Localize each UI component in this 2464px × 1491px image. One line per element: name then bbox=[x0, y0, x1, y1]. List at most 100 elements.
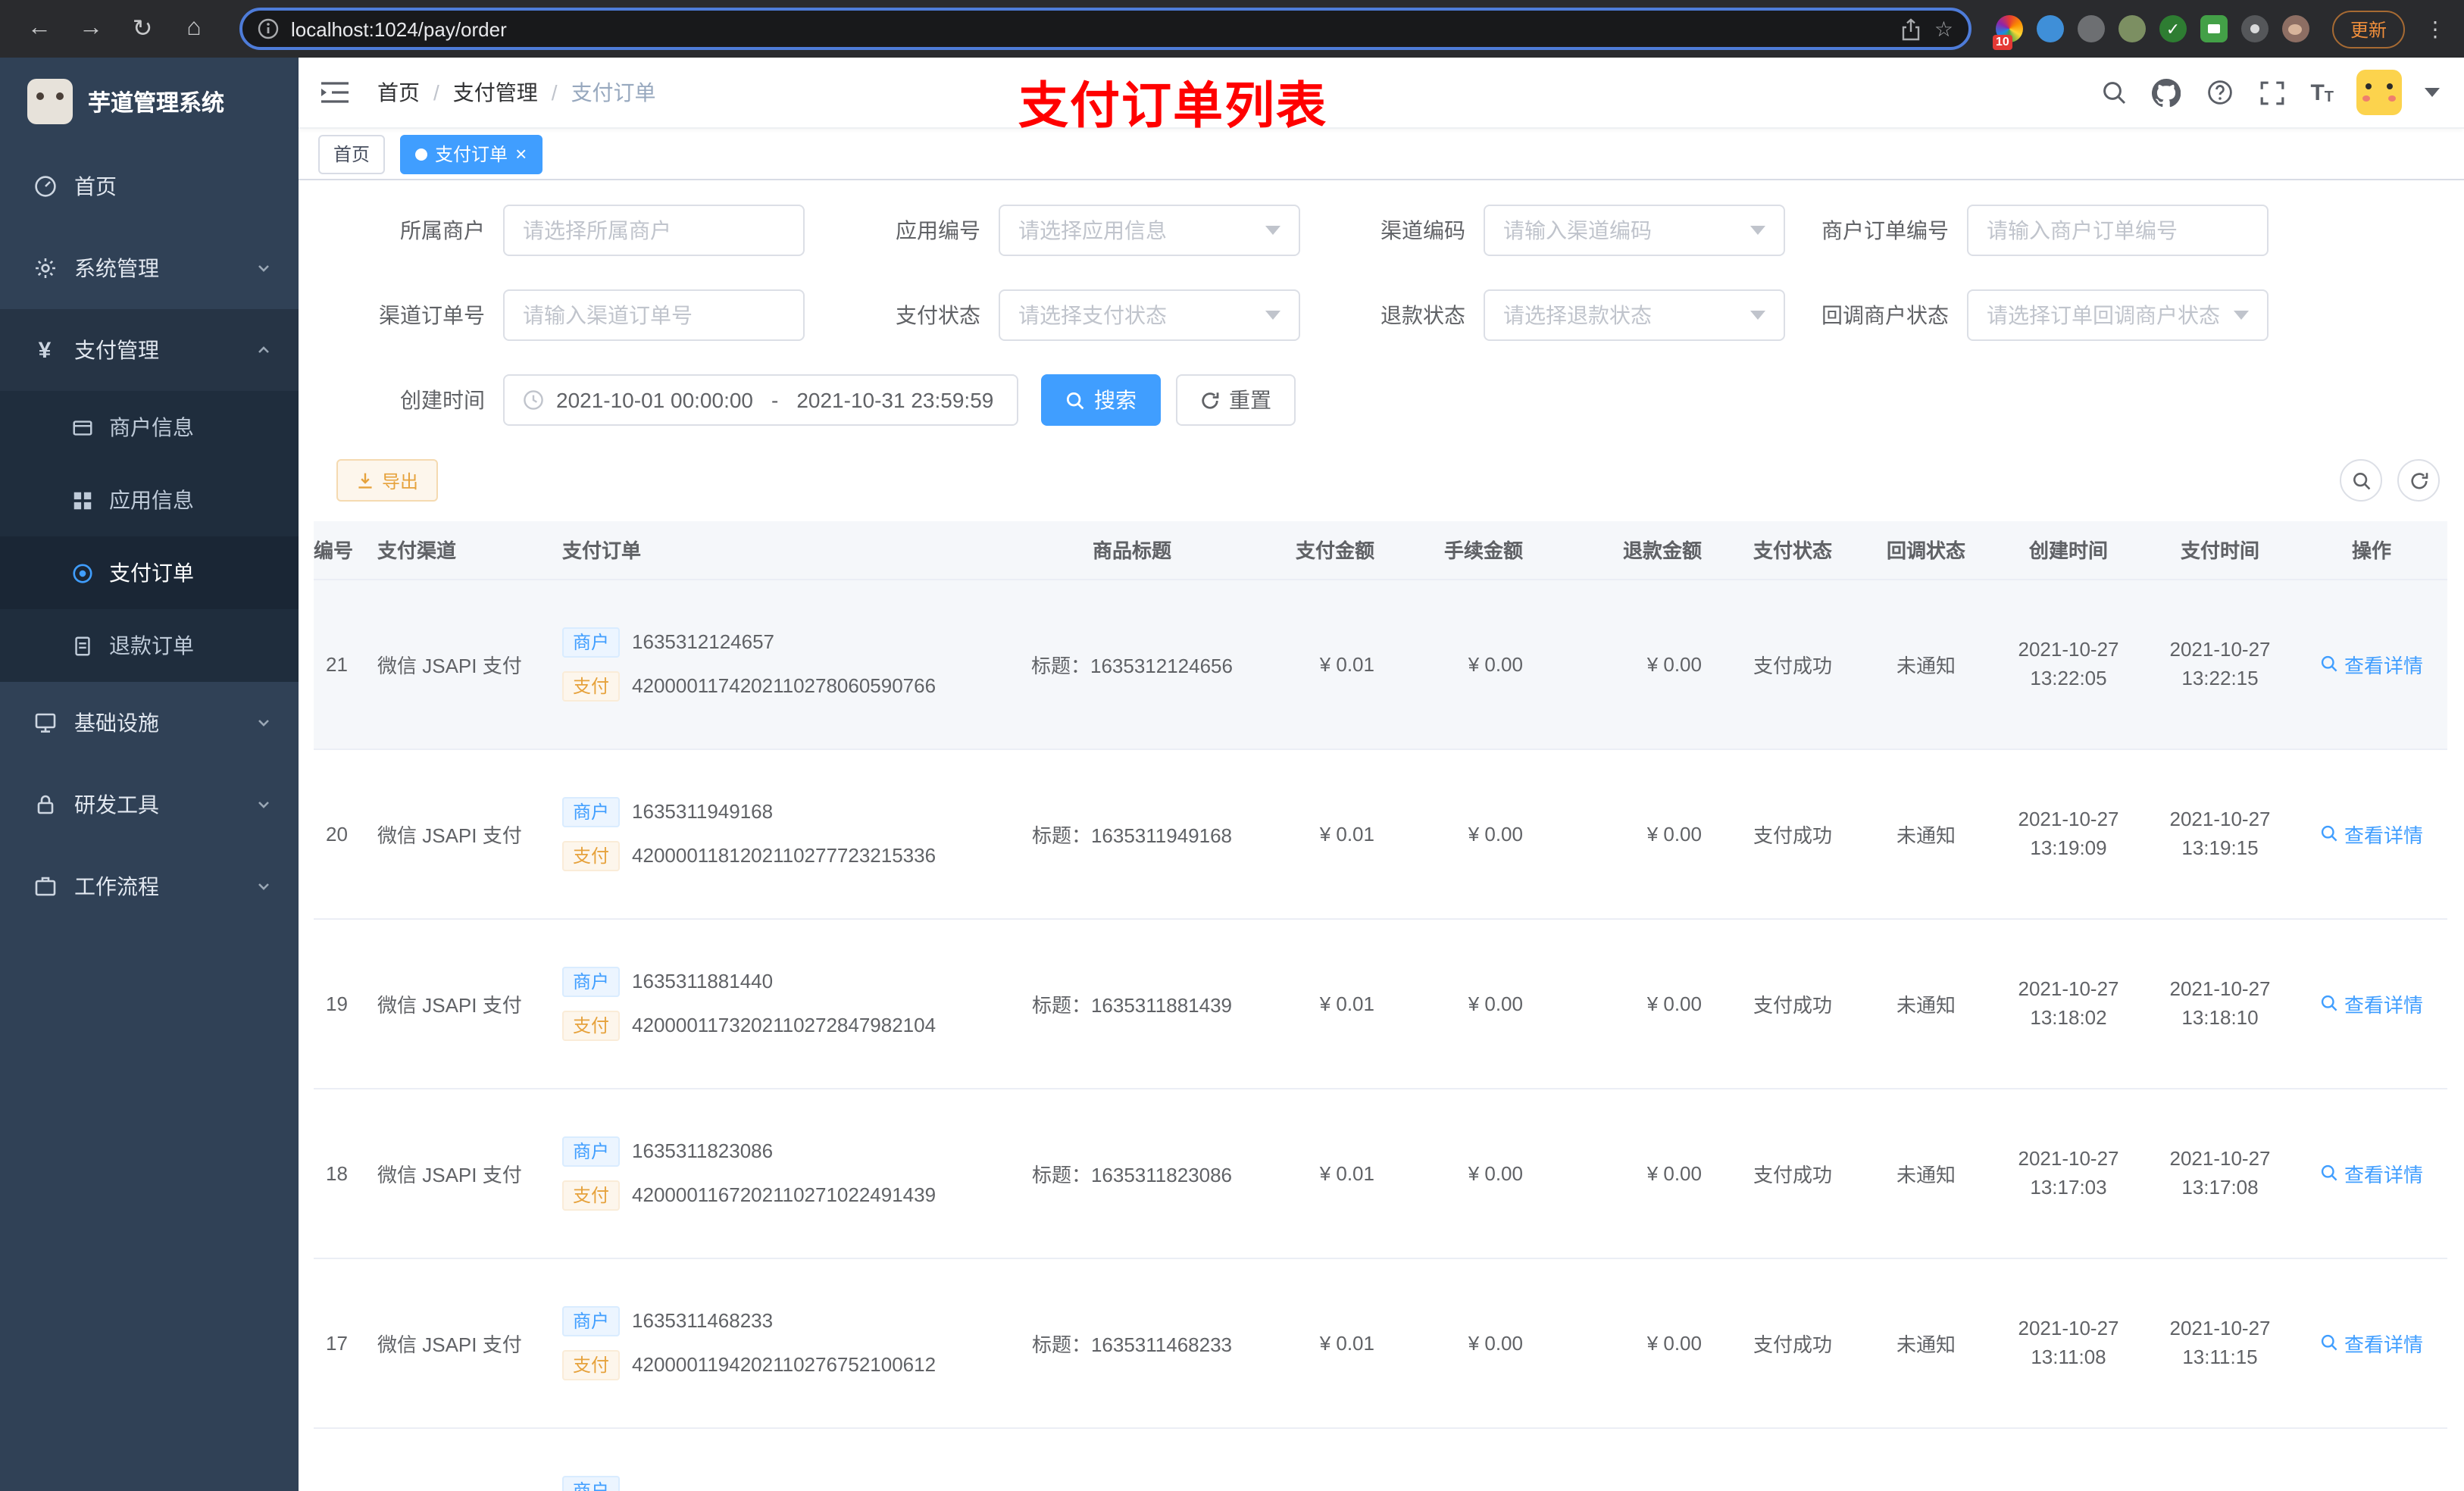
reset-button[interactable]: 重置 bbox=[1176, 374, 1296, 426]
github-icon[interactable] bbox=[2151, 77, 2181, 108]
date-start-value: 2021-10-01 00:00:00 bbox=[556, 388, 753, 412]
extensions-pin-icon[interactable] bbox=[2240, 15, 2269, 42]
browser-update-button[interactable]: 更新 bbox=[2331, 10, 2405, 48]
extension-icon[interactable] bbox=[2200, 15, 2228, 42]
sidebar-item-workflow[interactable]: 工作流程 bbox=[0, 846, 299, 927]
pay-amount-cell: ¥ 0.01 bbox=[1259, 918, 1399, 1089]
extension-icon[interactable] bbox=[2118, 15, 2146, 42]
breadcrumb-payment[interactable]: 支付管理 bbox=[453, 77, 538, 108]
search-icon bbox=[2321, 825, 2337, 842]
forward-icon[interactable]: → bbox=[70, 8, 112, 50]
table-toolbar: 导出 bbox=[314, 459, 2449, 502]
view-detail-link[interactable]: 查看详情 bbox=[2320, 819, 2423, 848]
page-annotation: 支付订单列表 bbox=[1018, 77, 1327, 133]
payment-submenu: 商户信息 应用信息 支付订单 退款订单 bbox=[0, 391, 299, 682]
tab-home[interactable]: 首页 bbox=[318, 134, 386, 173]
filter-label: 所属商户 bbox=[400, 218, 485, 242]
browser-toolbar: ← → ↻ ⌂ localhost:1024/pay/order ☆ 10 ✓ bbox=[0, 0, 2464, 58]
browser-menu-icon[interactable]: ⋮ bbox=[2425, 16, 2446, 42]
address-bar[interactable]: localhost:1024/pay/order ☆ bbox=[239, 8, 1972, 50]
channel-pay-no: 4200001194202110276752100612 bbox=[632, 1353, 937, 1376]
pay-channel-cell: 微信 JSAPI 支付 bbox=[365, 918, 550, 1089]
back-icon[interactable]: ← bbox=[18, 8, 61, 50]
create-time-range-picker[interactable]: 2021-10-01 00:00:00 - 2021-10-31 23:59:5… bbox=[503, 374, 1018, 426]
bookmark-star-icon[interactable]: ☆ bbox=[1934, 16, 1953, 42]
action-cell: 查看详情 bbox=[2296, 579, 2447, 749]
pay-channel-cell: 微信 JSAPI 支付 bbox=[365, 1258, 550, 1428]
export-button[interactable]: 导出 bbox=[336, 459, 439, 502]
merchant-order-no: 1635311823086 bbox=[632, 1139, 774, 1162]
user-avatar[interactable] bbox=[2356, 70, 2402, 115]
breadcrumb: 首页 / 支付管理 / 支付订单 bbox=[377, 77, 656, 108]
tab-pay-order[interactable]: 支付订单 × bbox=[400, 134, 543, 173]
date-separator: - bbox=[771, 388, 779, 412]
refund-status-select[interactable]: 请选择退款状态 bbox=[1484, 289, 1785, 341]
refund-amount-cell: ¥ 0.00 bbox=[1547, 1258, 1726, 1428]
pay-tag: 支付 bbox=[562, 670, 621, 701]
notify-status-select[interactable]: 请选择订单回调商户状态 bbox=[1967, 289, 2269, 341]
view-detail-link[interactable]: 查看详情 bbox=[2320, 1328, 2423, 1357]
breadcrumb-home[interactable]: 首页 bbox=[377, 77, 420, 108]
view-detail-link[interactable]: 查看详情 bbox=[2320, 1158, 2423, 1187]
created-time-cell: 2021-10-27 13:11:08 bbox=[1993, 1258, 2144, 1428]
sidebar-item-infrastructure[interactable]: 基础设施 bbox=[0, 682, 299, 764]
channel-code-select[interactable]: 请输入渠道编码 bbox=[1484, 205, 1785, 256]
merchant-select[interactable]: 请选择所属商户 bbox=[503, 205, 805, 256]
sidebar-item-app-info[interactable]: 应用信息 bbox=[0, 464, 299, 536]
breadcrumb-separator: / bbox=[433, 80, 439, 105]
pay-time-cell: 2021-10-27 13:17:08 bbox=[2144, 1088, 2296, 1258]
view-detail-link[interactable]: 查看详情 bbox=[2320, 649, 2423, 678]
pay-status-select[interactable]: 请选择支付状态 bbox=[999, 289, 1300, 341]
app-title: 芋道管理系统 bbox=[88, 90, 225, 116]
search-button[interactable]: 搜索 bbox=[1041, 374, 1161, 426]
help-icon[interactable] bbox=[2204, 77, 2234, 108]
site-info-icon[interactable] bbox=[258, 18, 279, 39]
screen: ← → ↻ ⌂ localhost:1024/pay/order ☆ 10 ✓ bbox=[0, 0, 2464, 1491]
sidebar-item-dev-tools[interactable]: 研发工具 bbox=[0, 764, 299, 846]
search-toggle-icon[interactable] bbox=[2340, 459, 2382, 502]
merchant-tag: 商户 bbox=[562, 966, 621, 996]
sidebar-item-refund-order[interactable]: 退款订单 bbox=[0, 609, 299, 682]
merchant-order-no-input[interactable]: 请输入商户订单编号 bbox=[1967, 205, 2269, 256]
clock-icon bbox=[523, 389, 544, 411]
close-icon[interactable]: × bbox=[515, 144, 527, 164]
extension-icon[interactable]: ✓ bbox=[2159, 15, 2187, 42]
notify-status-cell: 未通知 bbox=[1859, 918, 1993, 1089]
refund-amount-cell: ¥ 0.00 bbox=[1547, 918, 1726, 1089]
pay-time-cell: 2021-10-27 13:19:15 bbox=[2144, 749, 2296, 919]
sidebar-item-system[interactable]: 系统管理 bbox=[0, 227, 299, 309]
sidebar-collapse-icon[interactable] bbox=[320, 76, 353, 109]
extension-icon[interactable]: 10 bbox=[1992, 15, 2023, 50]
app-select[interactable]: 请选择应用信息 bbox=[999, 205, 1300, 256]
sidebar-item-home[interactable]: 首页 bbox=[0, 145, 299, 227]
profile-avatar[interactable] bbox=[2281, 15, 2309, 42]
pay-channel-cell: 微信 JSAPI 支付 bbox=[365, 1088, 550, 1258]
table-row: 20 微信 JSAPI 支付 商户 1635311949168 支付 42000… bbox=[314, 749, 2447, 919]
fee-amount-cell: ¥ 0.00 bbox=[1399, 579, 1547, 749]
app-logo[interactable]: 芋道管理系统 bbox=[0, 58, 299, 145]
column-header: 商品标题 bbox=[1005, 521, 1259, 580]
sidebar-item-merchant-info[interactable]: 商户信息 bbox=[0, 391, 299, 464]
pay-order-cell: 商户 1635311949168 支付 42000011812021102777… bbox=[550, 749, 1005, 919]
extension-icon[interactable] bbox=[2036, 15, 2064, 42]
sidebar-item-pay-order[interactable]: 支付订单 bbox=[0, 536, 299, 609]
refresh-icon[interactable]: ↻ bbox=[121, 8, 164, 50]
sidebar-item-payment[interactable]: ¥ 支付管理 bbox=[0, 309, 299, 391]
pay-time-cell: 2021-10-27 13:11:15 bbox=[2144, 1258, 2296, 1428]
user-menu-caret-icon[interactable] bbox=[2425, 88, 2440, 97]
channel-order-no-input[interactable]: 请输入渠道订单号 bbox=[503, 289, 805, 341]
view-detail-link[interactable]: 查看详情 bbox=[2320, 989, 2423, 1017]
extension-icon[interactable] bbox=[2077, 15, 2105, 42]
created-time-cell: 2021-10-27 13:19:09 bbox=[1993, 749, 2144, 919]
search-icon[interactable] bbox=[2098, 77, 2128, 108]
sidebar-item-label: 商户信息 bbox=[109, 415, 194, 439]
fee-amount-cell: ¥ 0.00 bbox=[1399, 918, 1547, 1089]
breadcrumb-separator: / bbox=[551, 80, 558, 105]
merchant-tag: 商户 bbox=[562, 796, 621, 827]
refresh-table-icon[interactable] bbox=[2397, 459, 2440, 502]
share-icon[interactable] bbox=[1901, 17, 1922, 40]
font-size-icon[interactable]: TT bbox=[2310, 80, 2334, 105]
home-icon[interactable]: ⌂ bbox=[173, 8, 215, 50]
page-content: 所属商户 请选择所属商户 应用编号 请选择应用信息 渠道编码 请输入渠道编码 商… bbox=[299, 180, 2464, 1491]
fullscreen-icon[interactable] bbox=[2257, 77, 2287, 108]
